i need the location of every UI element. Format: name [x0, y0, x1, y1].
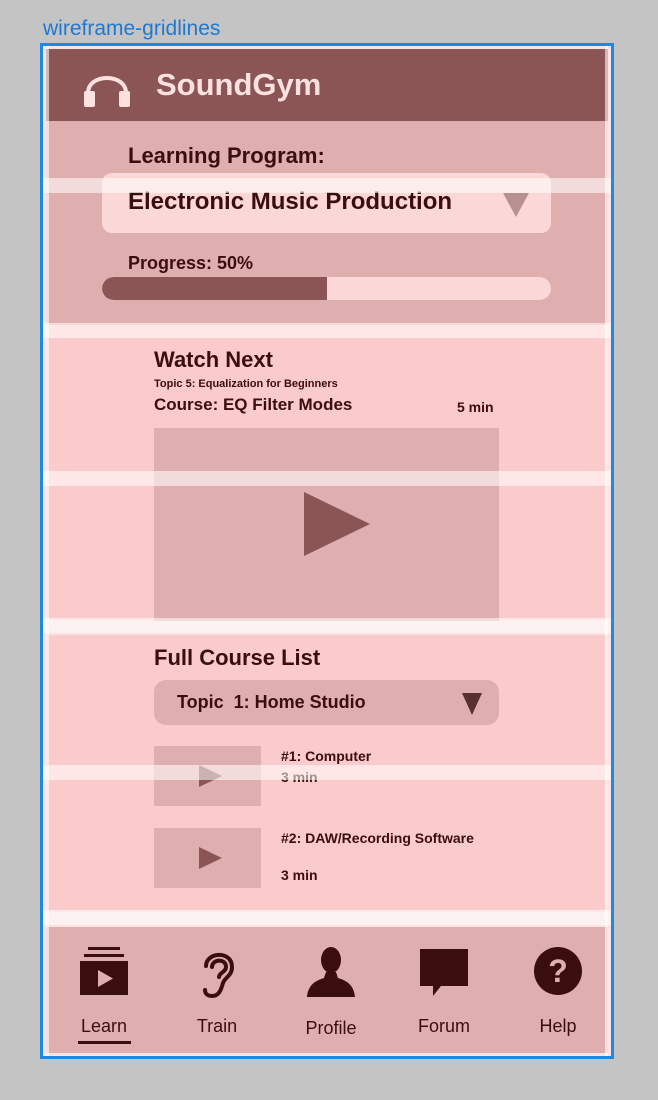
nav-item-forum[interactable]: Forum: [399, 927, 489, 1053]
watch-next-duration: 5 min: [457, 399, 494, 415]
play-icon: [199, 765, 222, 787]
play-icon[interactable]: [304, 492, 370, 556]
nav-label-train: Train: [196, 1016, 238, 1036]
course-name: #2: DAW/Recording Software: [281, 830, 474, 846]
bottom-nav: Learn Train Profile Forum ? Help: [46, 927, 608, 1053]
course-duration: 3 min: [281, 867, 318, 883]
progress-fill: [102, 277, 327, 300]
nav-item-learn[interactable]: Learn: [59, 927, 149, 1053]
course-list-item[interactable]: #2: DAW/Recording Software 3 min: [154, 828, 499, 890]
nav-label-learn: Learn: [80, 1016, 128, 1036]
person-icon: [307, 947, 355, 997]
ear-icon: [203, 952, 235, 999]
nav-label-help: Help: [539, 1016, 577, 1036]
play-icon: [199, 847, 222, 869]
video-player[interactable]: [154, 428, 499, 621]
phone-frame: SoundGym Learning Program: Electronic Mu…: [40, 43, 614, 1059]
progress-label: Progress: 50%: [128, 253, 254, 273]
learning-program-section: Learning Program: Electronic Music Produ…: [46, 121, 608, 325]
nav-item-help[interactable]: ? Help: [513, 927, 603, 1053]
topic-selected-value: Topic 1: Home Studio: [177, 692, 366, 712]
nav-label-profile: Profile: [305, 1018, 357, 1038]
program-label: Learning Program:: [128, 143, 325, 168]
app-title: SoundGym: [156, 67, 322, 102]
chat-bubble-icon: [420, 949, 468, 996]
frame-label: wireframe-gridlines: [43, 17, 221, 40]
video-library-icon: [80, 947, 128, 995]
nav-item-profile[interactable]: Profile: [286, 927, 376, 1053]
course-thumbnail[interactable]: [154, 746, 261, 806]
course-list-title: Full Course List: [154, 645, 321, 670]
watch-next-section: Watch Next Topic 5: Equalization for Beg…: [46, 325, 608, 621]
course-list-section: Full Course List Topic 1: Home Studio #1…: [46, 635, 608, 912]
course-duration: 3 min: [281, 769, 318, 785]
headphones-icon: [84, 76, 130, 107]
topic-dropdown[interactable]: Topic 1: Home Studio: [154, 680, 499, 725]
app-header: SoundGym: [46, 49, 608, 121]
watch-next-title: Watch Next: [154, 347, 273, 372]
chevron-down-icon: [462, 693, 482, 715]
progress-bar: [102, 277, 551, 300]
gridline: [43, 910, 611, 925]
watch-next-topic: Topic 5: Equalization for Beginners: [154, 378, 338, 390]
chevron-down-icon: [503, 193, 529, 217]
nav-label-forum: Forum: [417, 1016, 470, 1036]
help-icon: ?: [534, 947, 582, 995]
nav-item-train[interactable]: Train: [172, 927, 262, 1053]
program-selected-value: Electronic Music Production: [128, 188, 453, 215]
svg-text:?: ?: [548, 953, 568, 989]
course-list-item[interactable]: #1: Computer 3 min: [154, 746, 499, 808]
program-dropdown[interactable]: Electronic Music Production: [102, 173, 551, 233]
active-tab-indicator: [78, 1041, 131, 1044]
watch-next-course: Course: EQ Filter Modes: [154, 395, 353, 414]
course-thumbnail[interactable]: [154, 828, 261, 888]
course-name: #1: Computer: [281, 748, 372, 764]
